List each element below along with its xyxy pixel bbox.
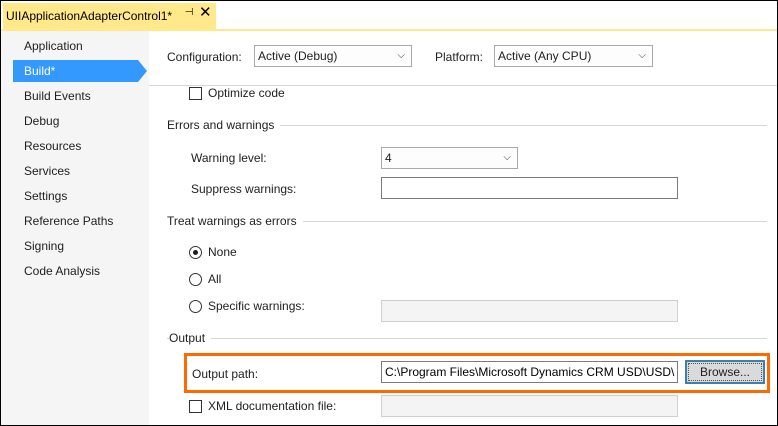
chevron-down-icon: ⌵ [638, 50, 646, 61]
project-properties-window: UIIApplicationAdapterControl1* ⊣ ✕ Appli… [0, 0, 778, 426]
warning-level-value: 4 [385, 151, 392, 165]
browse-button[interactable]: Browse... [685, 360, 765, 384]
treat-specific-radio[interactable] [189, 300, 202, 313]
suppress-warnings-label: Suppress warnings: [191, 182, 297, 196]
platform-dropdown[interactable]: Active (Any CPU) ⌵ [494, 45, 653, 67]
header-separator [149, 85, 777, 86]
sidebar-item-signing[interactable]: Signing [13, 235, 138, 257]
chevron-down-icon: ⌵ [503, 152, 511, 163]
close-icon[interactable]: ✕ [199, 5, 212, 21]
platform-value: Active (Any CPU) [498, 49, 592, 63]
treat-all-label: All [208, 272, 222, 286]
specific-warnings-input[interactable] [381, 300, 678, 322]
treat-specific-label: Specific warnings: [208, 299, 305, 313]
output-path-label: Output path: [192, 367, 259, 381]
configuration-value: Active (Debug) [258, 49, 338, 63]
browse-button-label: Browse... [699, 365, 750, 379]
pin-icon[interactable]: ⊣ [183, 6, 195, 20]
document-tab-strip: UIIApplicationAdapterControl1* ⊣ ✕ [1, 1, 777, 31]
sidebar-item-application[interactable]: Application [13, 35, 138, 57]
sidebar-item-services[interactable]: Services [13, 160, 138, 182]
sidebar-item-resources[interactable]: Resources [13, 135, 138, 157]
suppress-warnings-input[interactable] [381, 177, 678, 199]
sidebar-item-code-analysis[interactable]: Code Analysis [13, 260, 138, 282]
xml-documentation-label: XML documentation file: [208, 399, 337, 413]
warning-level-dropdown[interactable]: 4 ⌵ [381, 147, 518, 169]
document-tab-title: UIIApplicationAdapterControl1* [6, 9, 173, 23]
output-group-title: Output [169, 331, 212, 345]
properties-sidebar: Application Build* Build Events Debug Re… [1, 31, 149, 425]
xml-documentation-input[interactable] [381, 395, 678, 417]
configuration-dropdown[interactable]: Active (Debug) ⌵ [254, 45, 412, 67]
optimize-code-label: Optimize code [208, 86, 285, 100]
platform-label: Platform: [435, 50, 484, 64]
warning-level-label: Warning level: [191, 151, 267, 165]
build-settings-panel: Optimize code Configuration: Active (Deb… [149, 31, 777, 425]
treat-all-radio[interactable] [189, 273, 202, 286]
configuration-label: Configuration: [167, 50, 242, 64]
optimize-code-checkbox[interactable] [189, 87, 202, 100]
xml-documentation-checkbox[interactable] [189, 400, 202, 413]
output-group-line [167, 338, 767, 339]
sidebar-item-settings[interactable]: Settings [13, 185, 138, 207]
treat-warnings-group-title: Treat warnings as errors [167, 214, 303, 228]
errors-group-title: Errors and warnings [167, 118, 281, 132]
sidebar-item-build-events[interactable]: Build Events [13, 85, 138, 107]
sidebar-item-debug[interactable]: Debug [13, 110, 138, 132]
configuration-header: Configuration: Active (Debug) ⌵ Platform… [149, 31, 777, 85]
output-path-input[interactable]: C:\Program Files\Microsoft Dynamics CRM … [381, 361, 678, 383]
treat-none-label: None [208, 245, 237, 259]
sidebar-item-reference-paths[interactable]: Reference Paths [13, 210, 138, 232]
chevron-down-icon: ⌵ [397, 50, 405, 61]
treat-none-radio[interactable] [189, 246, 202, 259]
sidebar-item-build[interactable]: Build* [13, 60, 147, 82]
